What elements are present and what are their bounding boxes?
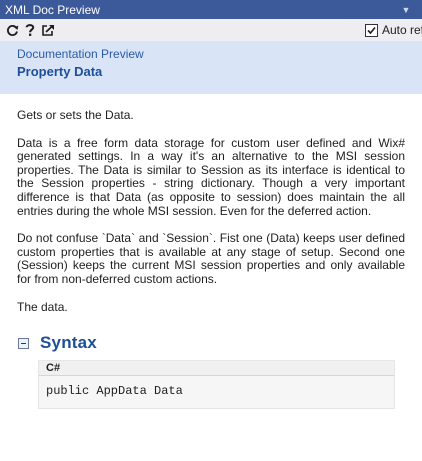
help-icon[interactable] bbox=[22, 22, 38, 38]
header-subtitle: Documentation Preview bbox=[17, 47, 144, 61]
auto-refresh-toggle[interactable]: Auto ref bbox=[364, 23, 422, 37]
remarks-paragraph-1: Data is a free form data storage for cus… bbox=[17, 135, 405, 218]
code-block: C# public AppData Data bbox=[38, 360, 395, 410]
syntax-section-header[interactable]: Syntax bbox=[17, 333, 405, 353]
syntax-heading: Syntax bbox=[40, 333, 97, 353]
code-language-tab: C# bbox=[39, 361, 394, 377]
code-text: public AppData Data bbox=[46, 384, 183, 399]
xml-doc-preview-window: XML Doc Preview ▼ Auto ref Documentation… bbox=[0, 0, 422, 461]
value-text: The data. bbox=[17, 299, 68, 314]
toolbar: Auto ref bbox=[0, 19, 422, 42]
window-menu-dropdown-icon[interactable]: ▼ bbox=[394, 5, 418, 15]
window-title: XML Doc Preview bbox=[5, 2, 100, 17]
doc-header: Documentation Preview Property Data bbox=[0, 42, 422, 94]
doc-content: Gets or sets the Data. Data is a free fo… bbox=[0, 108, 422, 410]
auto-refresh-checkbox[interactable] bbox=[364, 23, 378, 37]
collapse-icon[interactable] bbox=[18, 337, 29, 349]
auto-refresh-label: Auto ref bbox=[381, 23, 422, 37]
remarks-paragraph-2: Do not confuse `Data` and `Session`. Fis… bbox=[17, 231, 405, 286]
page-title: Property Data bbox=[17, 64, 103, 79]
goto-source-icon[interactable] bbox=[40, 22, 56, 38]
title-bar: XML Doc Preview ▼ bbox=[0, 0, 422, 19]
summary-text: Gets or sets the Data. bbox=[17, 108, 134, 122]
checkmark-icon bbox=[367, 26, 376, 34]
refresh-icon[interactable] bbox=[4, 22, 20, 38]
